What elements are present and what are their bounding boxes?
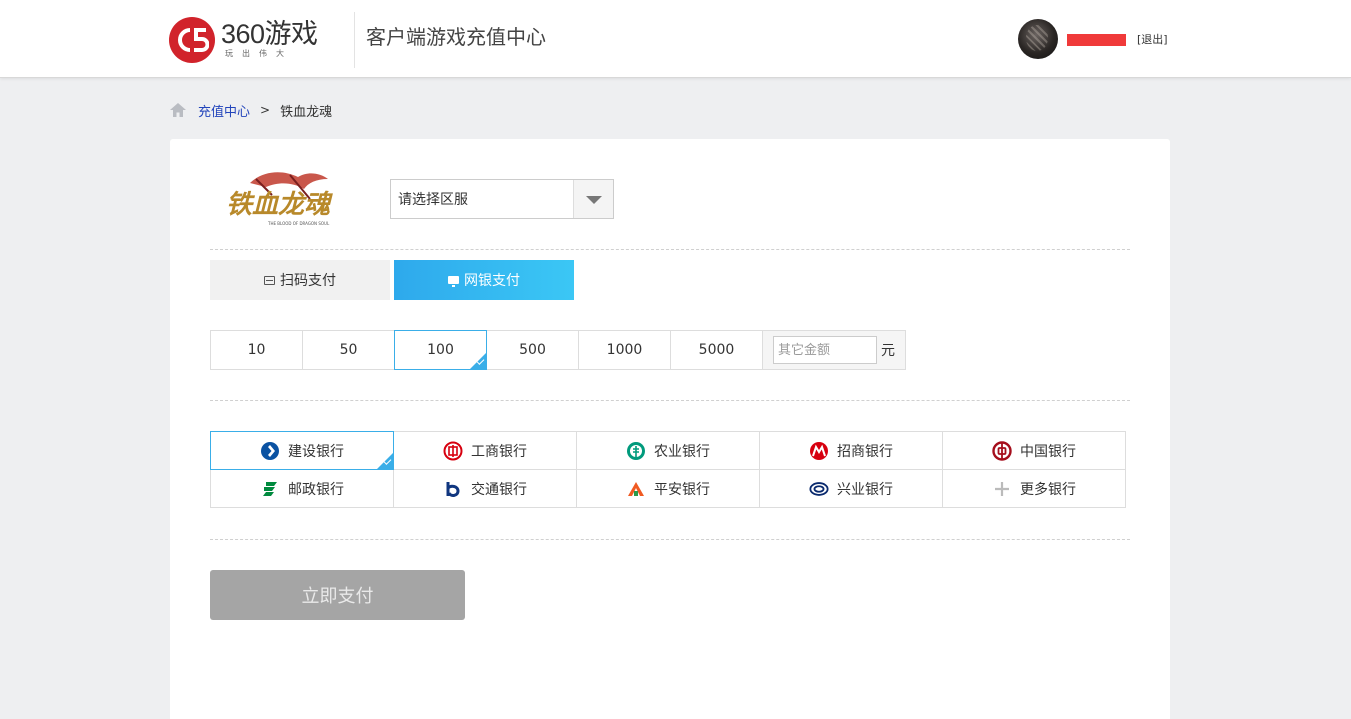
recharge-card: 铁血龙魂 THE BLOOD OF DRAGON SOUL 请选择区服 扫码支付… bbox=[170, 139, 1170, 719]
tab-qr-pay-label: 扫码支付 bbox=[280, 273, 336, 289]
amount-option-label: 50 bbox=[339, 342, 358, 358]
monitor-icon bbox=[448, 276, 459, 287]
server-select-placeholder: 请选择区服 bbox=[398, 192, 468, 208]
page-title: 客户端游戏充值中心 bbox=[366, 25, 546, 49]
icbc-icon bbox=[443, 441, 463, 461]
divider-line bbox=[210, 249, 1130, 250]
bank-label: 兴业银行 bbox=[837, 481, 893, 498]
divider-line bbox=[210, 400, 1130, 401]
abc-icon bbox=[626, 441, 646, 461]
amount-option-1000[interactable]: 1000 bbox=[578, 330, 671, 370]
amount-option-label: 100 bbox=[427, 342, 454, 358]
amount-option-label: 1000 bbox=[606, 342, 643, 358]
site-logo[interactable]: 360游戏 玩出伟大 bbox=[169, 17, 318, 63]
pingan-icon bbox=[626, 479, 646, 499]
chevron-down-icon bbox=[586, 196, 602, 204]
bank-option-abc[interactable]: 农业银行 bbox=[576, 431, 760, 470]
breadcrumb: 充值中心 > 铁血龙魂 bbox=[170, 100, 332, 120]
logout-link[interactable]: [退出] bbox=[1137, 32, 1168, 48]
amount-option-50[interactable]: 50 bbox=[302, 330, 395, 370]
c5-logo-icon bbox=[169, 17, 215, 63]
cib-icon bbox=[809, 479, 829, 499]
pay-now-button[interactable]: 立即支付 bbox=[210, 570, 465, 620]
amount-option-500[interactable]: 500 bbox=[486, 330, 579, 370]
other-amount-box: 元 bbox=[762, 330, 906, 370]
qrcode-icon bbox=[264, 275, 275, 285]
bank-label: 工商银行 bbox=[471, 443, 527, 460]
game-logo-icon: 铁血龙魂 THE BLOOD OF DRAGON SOUL bbox=[226, 172, 333, 226]
home-icon[interactable] bbox=[170, 103, 186, 117]
bank-label: 招商银行 bbox=[837, 443, 893, 460]
tab-online-bank-pay-label: 网银支付 bbox=[464, 273, 520, 289]
amount-option-100[interactable]: 100 bbox=[394, 330, 487, 370]
plus-icon bbox=[992, 479, 1012, 499]
currency-unit: 元 bbox=[881, 343, 895, 359]
amount-option-label: 5000 bbox=[698, 342, 735, 358]
amount-option-10[interactable]: 10 bbox=[210, 330, 303, 370]
bank-option-cmb[interactable]: 招商银行 bbox=[759, 431, 943, 470]
tab-online-bank-pay[interactable]: 网银支付 bbox=[394, 260, 574, 300]
tab-qr-pay[interactable]: 扫码支付 bbox=[210, 260, 390, 300]
bank-option-ccb[interactable]: 建设银行 bbox=[210, 431, 394, 470]
bank-label: 建设银行 bbox=[288, 443, 344, 460]
logo-wordmark: 360游戏 bbox=[221, 19, 318, 49]
other-amount-input[interactable] bbox=[773, 336, 877, 364]
bank-label: 更多银行 bbox=[1020, 481, 1076, 498]
cmb-icon bbox=[809, 441, 829, 461]
selected-check-icon bbox=[377, 453, 393, 469]
avatar[interactable] bbox=[1018, 19, 1058, 59]
breadcrumb-recharge-center[interactable]: 充值中心 bbox=[198, 101, 250, 120]
bank-label: 平安银行 bbox=[654, 481, 710, 498]
logo-slogan: 玩出伟大 bbox=[225, 49, 293, 58]
header-divider bbox=[354, 12, 355, 68]
pay-method-tabs: 扫码支付 网银支付 bbox=[210, 260, 574, 300]
game-logo-name: 铁血龙魂 bbox=[226, 190, 333, 220]
bank-label: 交通银行 bbox=[471, 481, 527, 498]
bank-option-pingan[interactable]: 平安银行 bbox=[576, 469, 760, 508]
psbc-icon bbox=[260, 479, 280, 499]
bank-option-icbc[interactable]: 工商银行 bbox=[393, 431, 577, 470]
amount-option-5000[interactable]: 5000 bbox=[670, 330, 763, 370]
top-header: 360游戏 玩出伟大 客户端游戏充值中心 [退出] bbox=[0, 0, 1351, 78]
boc-icon bbox=[992, 440, 1012, 461]
bank-grid: 建设银行 工商银行 农业银行 招商银行 中国银行 邮政银行 交通银行 平安银行 … bbox=[210, 431, 1126, 508]
selected-check-icon bbox=[470, 353, 486, 369]
username-redacted bbox=[1067, 34, 1126, 46]
amount-option-label: 500 bbox=[519, 342, 546, 358]
bank-option-boc[interactable]: 中国银行 bbox=[942, 431, 1126, 470]
bank-label: 农业银行 bbox=[654, 443, 710, 460]
breadcrumb-separator: > bbox=[260, 103, 271, 117]
amount-option-label: 10 bbox=[247, 342, 266, 358]
breadcrumb-current-game: 铁血龙魂 bbox=[280, 104, 333, 120]
game-logo-subtitle: THE BLOOD OF DRAGON SOUL bbox=[267, 221, 330, 226]
ccb-icon bbox=[260, 441, 280, 461]
bank-label: 邮政银行 bbox=[288, 481, 344, 498]
server-select[interactable]: 请选择区服 bbox=[390, 179, 614, 219]
divider-line bbox=[210, 539, 1130, 540]
bank-label: 中国银行 bbox=[1020, 443, 1076, 460]
bank-option-cib[interactable]: 兴业银行 bbox=[759, 469, 943, 508]
amount-options: 10 50 100 500 1000 5000 元 bbox=[210, 330, 906, 370]
bank-option-more[interactable]: 更多银行 bbox=[942, 469, 1126, 508]
dropdown-toggle[interactable] bbox=[573, 180, 613, 218]
bank-option-bocom[interactable]: 交通银行 bbox=[393, 469, 577, 508]
bocom-icon bbox=[443, 479, 463, 499]
bank-option-psbc[interactable]: 邮政银行 bbox=[210, 469, 394, 508]
